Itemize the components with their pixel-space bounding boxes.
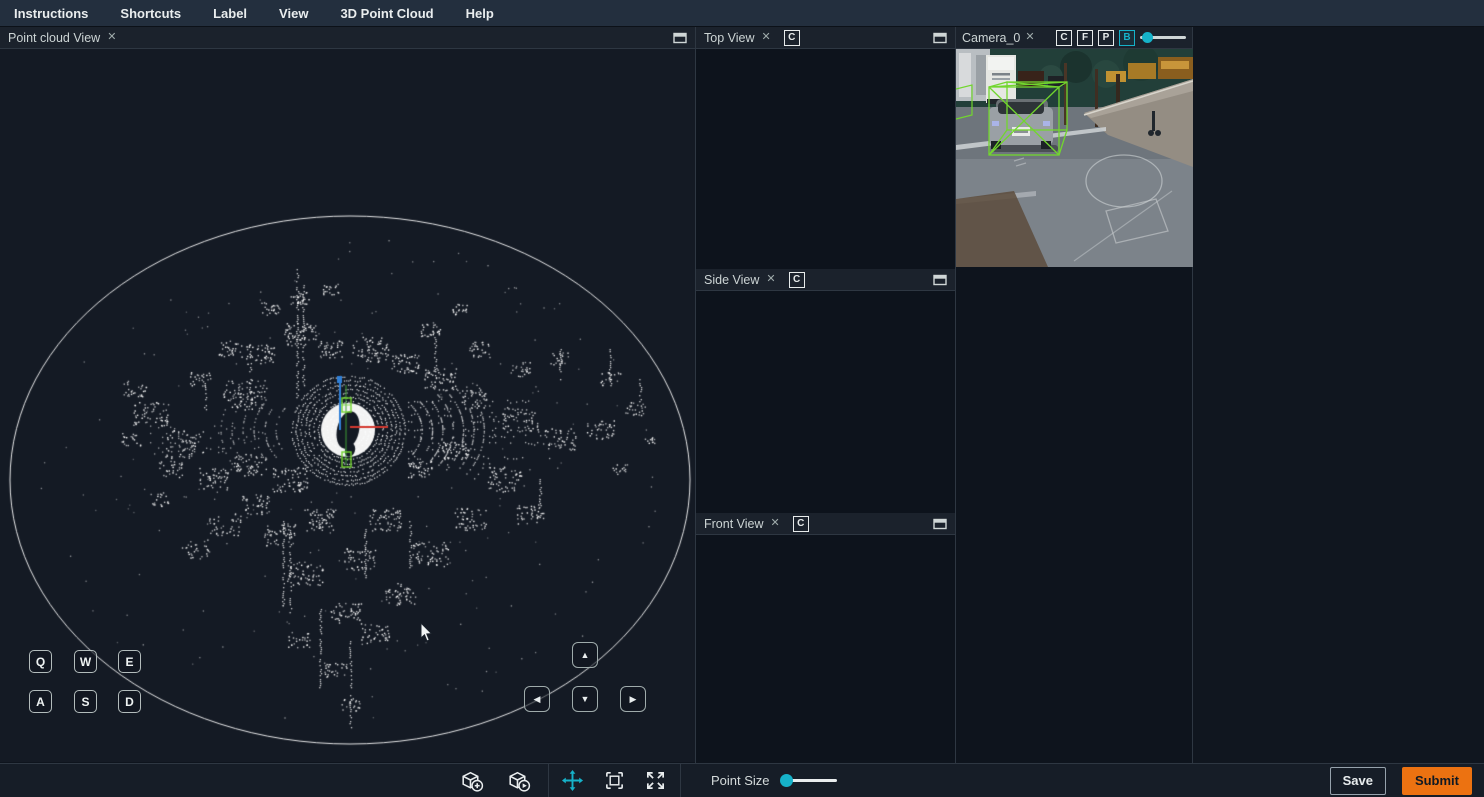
camera-image[interactable] (956, 49, 1193, 267)
camera-panel: Camera_0 ✕ C F P B (956, 27, 1193, 763)
point-size-label: Point Size (711, 773, 770, 788)
top-view-panel: Top View ✕ C (696, 27, 955, 269)
bottom-toolbar: Point Size Save Submit (0, 763, 1484, 797)
menu-item-view[interactable]: View (279, 6, 308, 21)
side-view-panel: Side View ✕ C (696, 269, 955, 513)
menu-item-help[interactable]: Help (466, 6, 494, 21)
camera-panel-header: Camera_0 ✕ C F P B (956, 27, 1192, 49)
ortho-views-column: Top View ✕ C Side View ✕ C Front View ✕ (696, 27, 956, 763)
key-hint-e[interactable]: E (118, 650, 141, 673)
camera-overlay-slider-knob[interactable] (1142, 32, 1153, 43)
front-view-title: Front View (704, 517, 764, 531)
cube-play-icon (505, 768, 532, 793)
expand-arrows-icon (645, 770, 666, 791)
top-view-camera-button[interactable]: C (784, 30, 800, 46)
add-cuboid-sequence-button[interactable] (505, 768, 532, 793)
fullscreen-button[interactable] (645, 770, 666, 791)
camera-mode-p-button[interactable]: P (1098, 30, 1114, 46)
point-cloud-viewport[interactable]: Q W E A S D ▲ ◀ ▼ ▶ (0, 49, 695, 762)
nav-left-button[interactable]: ◀ (524, 686, 550, 712)
key-hint-w[interactable]: W (74, 650, 97, 673)
side-view-camera-button[interactable]: C (789, 272, 805, 288)
submit-button[interactable]: Submit (1402, 767, 1472, 795)
maximize-icon[interactable] (933, 274, 947, 286)
key-hint-d[interactable]: D (118, 690, 141, 713)
top-view-title: Top View (704, 31, 755, 45)
move-tool-button[interactable] (561, 769, 584, 792)
key-hint-s[interactable]: S (74, 690, 97, 713)
front-view-panel: Front View ✕ C (696, 513, 955, 760)
camera-mode-c-button[interactable]: C (1056, 30, 1072, 46)
cube-plus-icon (458, 768, 485, 793)
mouse-cursor (420, 623, 434, 643)
save-button[interactable]: Save (1330, 767, 1386, 795)
maximize-icon[interactable] (933, 518, 947, 530)
point-cloud-panel: Point cloud View ✕ Q W E A S D ▲ ◀ ▼ ▶ (0, 27, 696, 763)
point-size-slider-knob[interactable] (780, 774, 793, 787)
fit-selection-button[interactable] (604, 770, 625, 791)
point-cloud-panel-header: Point cloud View ✕ (0, 27, 695, 49)
move-arrows-icon (561, 769, 584, 792)
front-view-camera-button[interactable]: C (793, 516, 809, 532)
nav-down-button[interactable]: ▼ (572, 686, 598, 712)
close-icon[interactable]: ✕ (762, 32, 771, 43)
close-icon[interactable]: ✕ (107, 32, 116, 43)
close-icon[interactable]: ✕ (1025, 32, 1034, 43)
camera-panel-title: Camera_0 (962, 31, 1020, 45)
point-cloud-panel-title: Point cloud View (8, 31, 100, 45)
camera-overlay-slider[interactable] (1140, 36, 1186, 39)
top-view-viewport[interactable] (696, 49, 955, 269)
nav-up-button[interactable]: ▲ (572, 642, 598, 668)
menu-item-instructions[interactable]: Instructions (14, 6, 88, 21)
nav-right-button[interactable]: ▶ (620, 686, 646, 712)
menu-bar: Instructions Shortcuts Label View 3D Poi… (0, 0, 1484, 27)
key-hint-a[interactable]: A (29, 690, 52, 713)
point-size-slider[interactable] (782, 779, 837, 782)
side-view-title: Side View (704, 273, 759, 287)
add-cuboid-button[interactable] (458, 768, 485, 793)
key-hint-q[interactable]: Q (29, 650, 52, 673)
3d-point-cloud-labeling-app: Instructions Shortcuts Label View 3D Poi… (0, 0, 1484, 797)
camera-panel-empty-area (956, 267, 1192, 763)
camera-mode-f-button[interactable]: F (1077, 30, 1093, 46)
front-view-viewport[interactable] (696, 535, 955, 760)
maximize-icon[interactable] (673, 32, 687, 44)
close-icon[interactable]: ✕ (766, 274, 775, 285)
frame-corners-icon (604, 770, 625, 791)
maximize-icon[interactable] (933, 32, 947, 44)
close-icon[interactable]: ✕ (771, 518, 780, 529)
camera-mode-b-button[interactable]: B (1119, 30, 1135, 46)
side-view-viewport[interactable] (696, 291, 955, 513)
menu-item-shortcuts[interactable]: Shortcuts (120, 6, 181, 21)
menu-item-3d-point-cloud[interactable]: 3D Point Cloud (340, 6, 433, 21)
menu-item-label[interactable]: Label (213, 6, 247, 21)
